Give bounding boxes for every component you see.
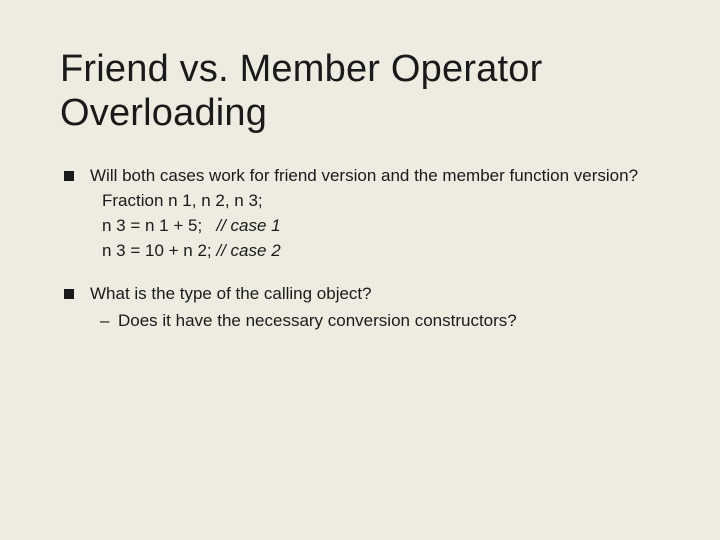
slide: Friend vs. Member Operator Overloading W…: [0, 0, 720, 540]
code-stmt: n 3 = 10 + n 2;: [102, 241, 212, 260]
bullet-text: What is the type of the calling object?: [90, 284, 372, 303]
bullet-text: Will both cases work for friend version …: [90, 166, 638, 185]
bullet-item: Will both cases work for friend version …: [60, 165, 660, 263]
code-line: Fraction n 1, n 2, n 3;: [90, 190, 660, 213]
sub-bullet-item: Does it have the necessary conversion co…: [90, 310, 660, 333]
code-block: Fraction n 1, n 2, n 3; n 3 = n 1 + 5; /…: [90, 190, 660, 263]
sub-bullet-list: Does it have the necessary conversion co…: [90, 310, 660, 333]
code-stmt: Fraction n 1, n 2, n 3;: [102, 191, 263, 210]
code-comment: // case 1: [216, 216, 280, 235]
bullet-list: Will both cases work for friend version …: [60, 165, 660, 333]
code-line: n 3 = n 1 + 5; // case 1: [90, 215, 660, 238]
slide-title: Friend vs. Member Operator Overloading: [60, 48, 660, 135]
code-stmt: n 3 = n 1 + 5;: [102, 216, 202, 235]
code-line: n 3 = 10 + n 2; // case 2: [90, 240, 660, 263]
bullet-item: What is the type of the calling object? …: [60, 283, 660, 333]
sub-bullet-text: Does it have the necessary conversion co…: [118, 311, 517, 330]
code-comment: // case 2: [216, 241, 280, 260]
